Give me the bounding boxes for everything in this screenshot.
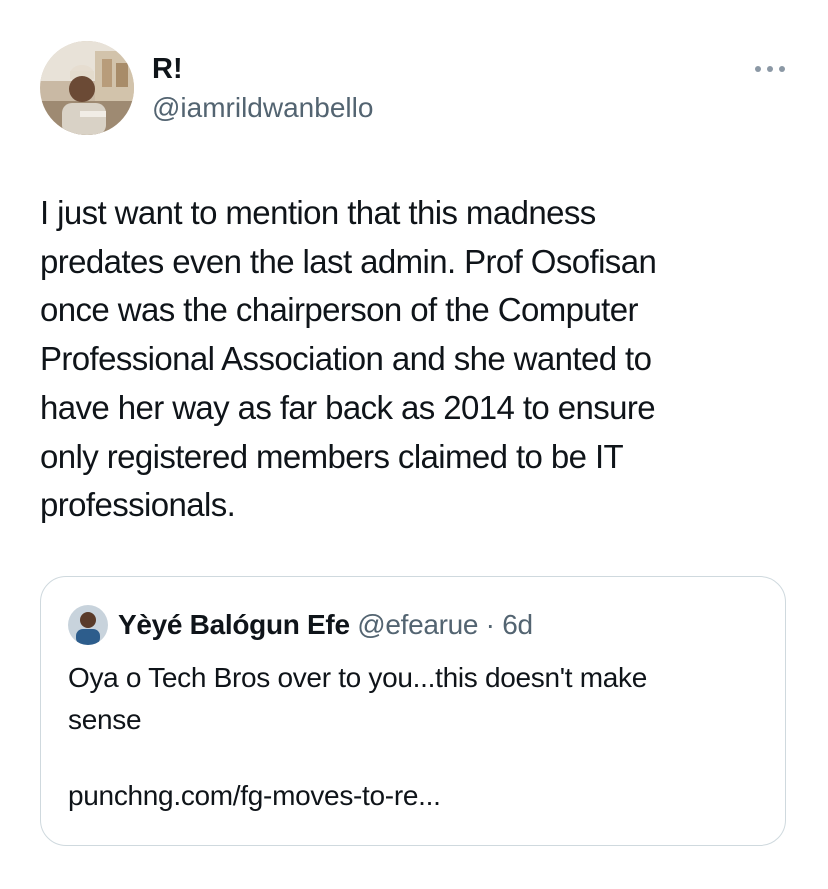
tweet-text-line: Professional Association and she wanted … bbox=[40, 340, 652, 378]
tweet-text-line: professionals. bbox=[40, 486, 236, 524]
quoted-separator: · bbox=[485, 609, 503, 640]
quoted-tweet-header: Yèyé Balógun Efe @efearue · 6d bbox=[118, 607, 533, 643]
author-handle[interactable]: @iamrildwanbello bbox=[152, 91, 373, 125]
tweet-text-line: once was the chairperson of the Computer bbox=[40, 291, 638, 329]
more-horizontal-icon[interactable] bbox=[752, 62, 788, 76]
tweet-text-line: have her way as far back as 2014 to ensu… bbox=[40, 388, 656, 426]
quoted-author-avatar[interactable] bbox=[68, 605, 108, 645]
quoted-tweet-link[interactable]: punchng.com/fg-moves-to-re... bbox=[68, 775, 441, 817]
quoted-text-line: Oya o Tech Bros over to you...this doesn… bbox=[68, 662, 648, 693]
tweet-text-line: I just want to mention that this madness bbox=[40, 194, 596, 231]
quoted-tweet-text: Oya o Tech Bros over to you...this doesn… bbox=[68, 657, 768, 741]
tweet-text-line: only registered members claimed to be IT bbox=[40, 437, 624, 475]
quoted-author-handle[interactable]: @efearue bbox=[357, 609, 485, 640]
tweet-text-line: predates even the last admin. Prof Osofi… bbox=[40, 242, 657, 280]
tweet: R! @iamrildwanbello I just want to menti… bbox=[0, 0, 828, 889]
quoted-timestamp[interactable]: 6d bbox=[502, 609, 533, 640]
quoted-text-line: sense bbox=[68, 704, 142, 735]
author-avatar[interactable] bbox=[40, 41, 134, 135]
quoted-tweet-card[interactable]: Yèyé Balógun Efe @efearue · 6d Oya o Tec… bbox=[40, 576, 786, 846]
quoted-author-name[interactable]: Yèyé Balógun Efe bbox=[118, 609, 350, 640]
tweet-text: I just want to mention that this madness… bbox=[40, 189, 780, 530]
author-name[interactable]: R! bbox=[152, 52, 183, 86]
